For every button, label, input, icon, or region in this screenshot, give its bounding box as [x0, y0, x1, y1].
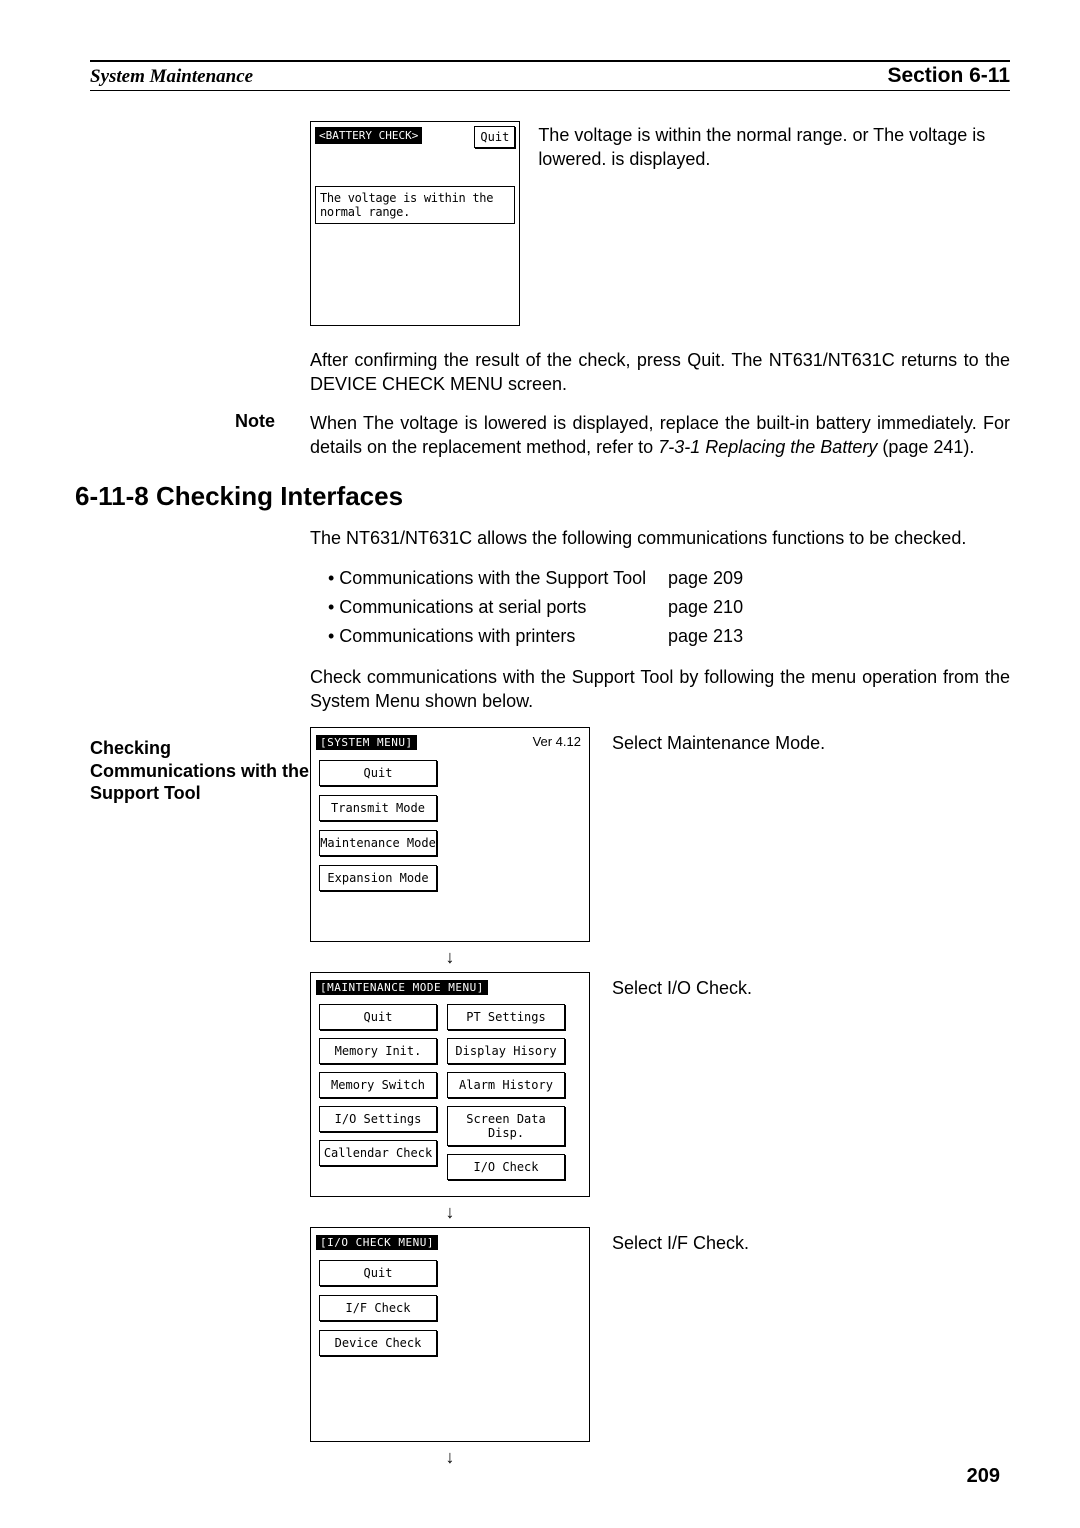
alarm-history-button[interactable]: Alarm History [447, 1072, 565, 1098]
list-item: • Communications at serial ports page 21… [328, 593, 1010, 622]
io-check-button[interactable]: I/O Check [447, 1154, 565, 1180]
battery-check-figure: <BATTERY CHECK> Quit The voltage is with… [310, 121, 1010, 326]
system-menu-screen: [SYSTEM MENU] Ver 4.12 Quit Transmit Mod… [310, 727, 590, 942]
check-intro-paragraph: Check communications with the Support To… [310, 665, 1010, 714]
battery-caption: The voltage is within the normal range. … [538, 121, 1010, 326]
maintenance-menu-row: [MAINTENANCE MODE MENU] Quit Memory Init… [310, 972, 1010, 1197]
note-body: When The voltage is lowered is displayed… [310, 411, 1010, 460]
check-item-page: page 209 [668, 564, 743, 593]
arrow-down-icon: ↓ [310, 948, 590, 966]
quit-button[interactable]: Quit [319, 760, 437, 786]
arrow-down-icon: ↓ [310, 1203, 590, 1221]
io-check-menu-screen: [I/O CHECK MENU] Quit I/F Check Device C… [310, 1227, 590, 1442]
screen-data-disp-button[interactable]: Screen Data Disp. [447, 1106, 565, 1146]
transmit-mode-button[interactable]: Transmit Mode [319, 795, 437, 821]
check-item-text: • Communications with printers [328, 622, 668, 651]
memory-init-button[interactable]: Memory Init. [319, 1038, 437, 1064]
note-label: Note [235, 411, 310, 460]
device-check-button[interactable]: Device Check [319, 1330, 437, 1356]
screen-title: <BATTERY CHECK> [315, 127, 422, 144]
display-history-button[interactable]: Display Hisory [447, 1038, 565, 1064]
memory-switch-button[interactable]: Memory Switch [319, 1072, 437, 1098]
pt-settings-button[interactable]: PT Settings [447, 1004, 565, 1030]
io-check-menu-row: [I/O CHECK MENU] Quit I/F Check Device C… [310, 1227, 1010, 1442]
check-item-text: • Communications at serial ports [328, 593, 668, 622]
menu-title: [I/O CHECK MENU] [316, 1235, 438, 1250]
arrow-down-icon: ↓ [310, 1448, 590, 1466]
maintenance-menu-caption: Select I/O Check. [612, 972, 752, 1197]
maintenance-menu-screen: [MAINTENANCE MODE MENU] Quit Memory Init… [310, 972, 590, 1197]
system-menu-caption: Select Maintenance Mode. [612, 727, 825, 942]
expansion-mode-button[interactable]: Expansion Mode [319, 865, 437, 891]
quit-button[interactable]: Quit [474, 126, 515, 148]
checklist: • Communications with the Support Tool p… [328, 564, 1010, 650]
menu-title: [MAINTENANCE MODE MENU] [316, 980, 488, 995]
quit-button[interactable]: Quit [319, 1004, 437, 1030]
note-text-2: (page 241). [877, 437, 974, 457]
quit-button[interactable]: Quit [319, 1260, 437, 1286]
sidebar-heading: Checking Communications with the Support… [90, 737, 315, 805]
io-menu-caption: Select I/F Check. [612, 1227, 749, 1442]
if-check-button[interactable]: I/F Check [319, 1295, 437, 1321]
header-left: System Maintenance [90, 66, 253, 88]
io-settings-button[interactable]: I/O Settings [319, 1106, 437, 1132]
version-label: Ver 4.12 [533, 734, 581, 749]
list-item: • Communications with the Support Tool p… [328, 564, 1010, 593]
system-menu-row: [SYSTEM MENU] Ver 4.12 Quit Transmit Mod… [310, 727, 1010, 942]
battery-screen: <BATTERY CHECK> Quit The voltage is with… [310, 121, 520, 326]
check-item-page: page 210 [668, 593, 743, 622]
calendar-check-button[interactable]: Callendar Check [319, 1140, 437, 1166]
check-item-page: page 213 [668, 622, 743, 651]
header-right: Section 6-11 [887, 64, 1010, 88]
after-confirm-paragraph: After confirming the result of the check… [310, 348, 1010, 397]
list-item: • Communications with printers page 213 [328, 622, 1010, 651]
note-block: Note When The voltage is lowered is disp… [235, 411, 1010, 460]
page-header: System Maintenance Section 6-11 [90, 60, 1010, 91]
page-number: 209 [967, 1465, 1000, 1488]
menu-title: [SYSTEM MENU] [316, 735, 417, 750]
maintenance-mode-button[interactable]: Maintenance Mode [319, 830, 437, 856]
check-item-text: • Communications with the Support Tool [328, 564, 668, 593]
section-heading: 6-11-8 Checking Interfaces [75, 481, 1010, 512]
voltage-message: The voltage is within the normal range. [315, 186, 515, 224]
note-italic: 7-3-1 Replacing the Battery [658, 437, 877, 457]
intro-paragraph: The NT631/NT631C allows the following co… [310, 526, 1010, 550]
